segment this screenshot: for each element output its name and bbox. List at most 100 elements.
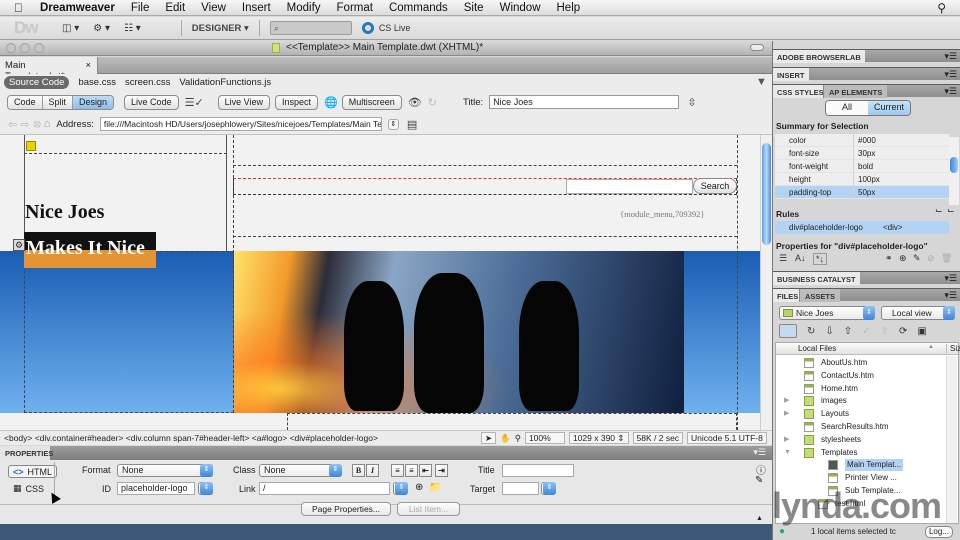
file-list-item[interactable]: SearchResults.htm [784,421,889,433]
disclosure-triangle-icon[interactable]: ▶ [784,408,794,420]
minimize-window-button[interactable] [20,43,30,53]
site-name-heading[interactable]: Nice Joes [25,201,104,224]
page-title-input[interactable]: Nice Joes [489,95,680,109]
insert-tab[interactable]: INSERT [773,68,809,81]
list-item-button[interactable]: List Item... [397,502,460,516]
file-list-item[interactable]: ▶ images [784,395,847,407]
forward-arrow-icon[interactable]: ⇨ [20,118,29,131]
home-icon[interactable]: ⌂ [44,118,51,130]
menu-site[interactable]: Site [456,2,492,14]
related-validation-js[interactable]: ValidationFunctions.js [179,77,271,88]
file-list-item[interactable]: Printer View ... [808,472,897,484]
size-column[interactable]: Siz [946,344,960,353]
related-source-code[interactable]: Source Code [4,75,70,89]
id-select[interactable]: ⇕ [198,482,213,495]
business-catalyst-tab[interactable]: BUSINESS CATALYST [773,272,860,285]
collapse-panel-icon[interactable]: ▲ [756,515,763,522]
hand-tool-icon[interactable]: ✋ [500,433,511,444]
properties-tab[interactable]: PROPERTIES [0,446,53,460]
menu-view[interactable]: View [193,2,234,14]
code-view-button[interactable]: Code [8,95,43,109]
show-info-icon[interactable]: ⌙ [947,205,955,216]
file-list-item[interactable]: ContactUs.htm [784,370,874,382]
spotlight-search-icon[interactable]: ⚲ [937,1,946,15]
related-base-css[interactable]: base.css [78,77,116,88]
element-gear-icon[interactable]: ⚙ [13,239,25,251]
css-property-row[interactable]: font-size 30px [775,147,949,160]
show-cascade-icon[interactable]: ⌙ [935,205,943,216]
new-rule-icon[interactable]: ⊕ [899,253,907,264]
help-search-input[interactable]: ⌕ [269,21,352,35]
html-mode-button[interactable]: <> HTML [8,465,58,478]
insert-panel-header[interactable]: INSERT ▾☰ [773,67,960,81]
placeholder-logo-tagline[interactable]: Makes It Nice [24,232,156,268]
delete-rule-icon[interactable]: 🗑 [941,253,952,264]
alpha-view-icon[interactable]: A↓ [795,253,806,263]
disclosure-triangle-icon[interactable]: ▶ [784,434,794,446]
cs-live-button[interactable]: CS Live [361,22,410,34]
site-search-button[interactable]: Search [693,178,737,194]
panel-menu-icon[interactable]: ▾☰ [944,51,957,62]
visual-aids-eye-icon[interactable]: 👁 [408,96,422,109]
hero-photo-silhouettes[interactable] [234,251,684,413]
tag-selector[interactable]: <body> <div.container#header> <div.colum… [4,433,378,443]
workspace-switcher[interactable]: DESIGNER ▾ [192,23,249,34]
site-select[interactable]: Nice Joes ⇕ [779,306,875,320]
panel-menu-icon[interactable]: ▾☰ [944,273,957,284]
css-property-row[interactable]: height 100px [775,173,949,186]
window-size-select[interactable]: 1029 x 390 ⇕ [568,432,629,444]
design-view-button[interactable]: Design [73,95,114,109]
menu-file[interactable]: File [123,2,158,14]
address-input[interactable]: file:///Macintosh HD/Users/josephlowery/… [99,117,382,131]
page-properties-button[interactable]: Page Properties... [301,502,391,516]
split-view-button[interactable]: Split [42,95,74,109]
property-value[interactable]: bold [853,160,873,173]
extend-gear-icon[interactable]: ⚙ ▾ [93,23,110,34]
disclosure-triangle-icon[interactable]: ▶ [784,395,794,407]
id-input[interactable]: placeholder-logo [117,482,195,495]
expand-panel-icon[interactable]: ▣ [917,326,926,337]
outdent-button[interactable]: ⇤ [419,464,432,477]
css-styles-tab[interactable]: CSS STYLES [773,85,828,98]
live-code-button[interactable]: Live Code [124,94,179,110]
check-in-icon[interactable]: ⇧ [881,326,889,337]
css-property-row[interactable]: font-weight bold [775,160,949,173]
layout-menu-icon[interactable]: ◫ ▾ [62,23,79,34]
panel-options-icon[interactable]: ▾☰ [753,447,766,458]
file-list-item[interactable]: ▶ Layouts [784,408,849,420]
refresh-icon[interactable]: ↻ [428,96,437,109]
back-arrow-icon[interactable]: ⇦ [8,118,17,131]
css-property-row-selected[interactable]: padding-top 50px [775,186,949,199]
select-tool-icon[interactable]: ➤ [481,432,497,444]
site-menu-icon[interactable]: ☷ ▾ [124,23,141,34]
put-files-icon[interactable]: ⇧ [844,326,852,337]
live-view-button[interactable]: Live View [217,94,271,110]
refresh-files-icon[interactable]: ↻ [807,326,815,337]
business-catalyst-header[interactable]: BUSINESS CATALYST ▾☰ [773,271,960,285]
menu-app[interactable]: Dreamweaver [34,2,123,14]
zoom-window-button[interactable] [34,43,44,53]
log-button[interactable]: Log... [924,526,953,538]
current-button[interactable]: Current [868,101,910,115]
check-out-icon[interactable]: ✓ [862,326,870,337]
link-input[interactable]: / [259,482,390,495]
get-files-icon[interactable]: ⇩ [825,326,833,337]
zoom-level-select[interactable]: 100% [524,432,565,444]
quick-tag-editor-icon[interactable]: ✎ [755,475,763,486]
edit-rule-icon[interactable]: ✎ [913,253,921,264]
close-window-button[interactable] [6,43,16,53]
menu-modify[interactable]: Modify [279,2,329,14]
link-select[interactable]: ⇕ [393,482,408,495]
stop-icon[interactable]: ⦻ [33,118,40,131]
disable-property-icon[interactable]: ⊘ [927,253,935,264]
panel-menu-icon[interactable]: ▾☰ [944,290,957,301]
tab-close-icon[interactable]: × [85,60,91,74]
file-list-item[interactable]: ▼ Templates [784,447,857,459]
panel-menu-icon[interactable]: ▾☰ [944,86,957,97]
file-list-item[interactable]: AboutUs.htm [784,357,867,369]
disclosure-triangle-icon[interactable]: ▼ [784,447,794,459]
point-to-file-icon[interactable]: ⊕ [415,482,423,493]
menu-help[interactable]: Help [549,2,589,14]
menu-edit[interactable]: Edit [157,2,193,14]
title-input[interactable] [502,464,574,477]
